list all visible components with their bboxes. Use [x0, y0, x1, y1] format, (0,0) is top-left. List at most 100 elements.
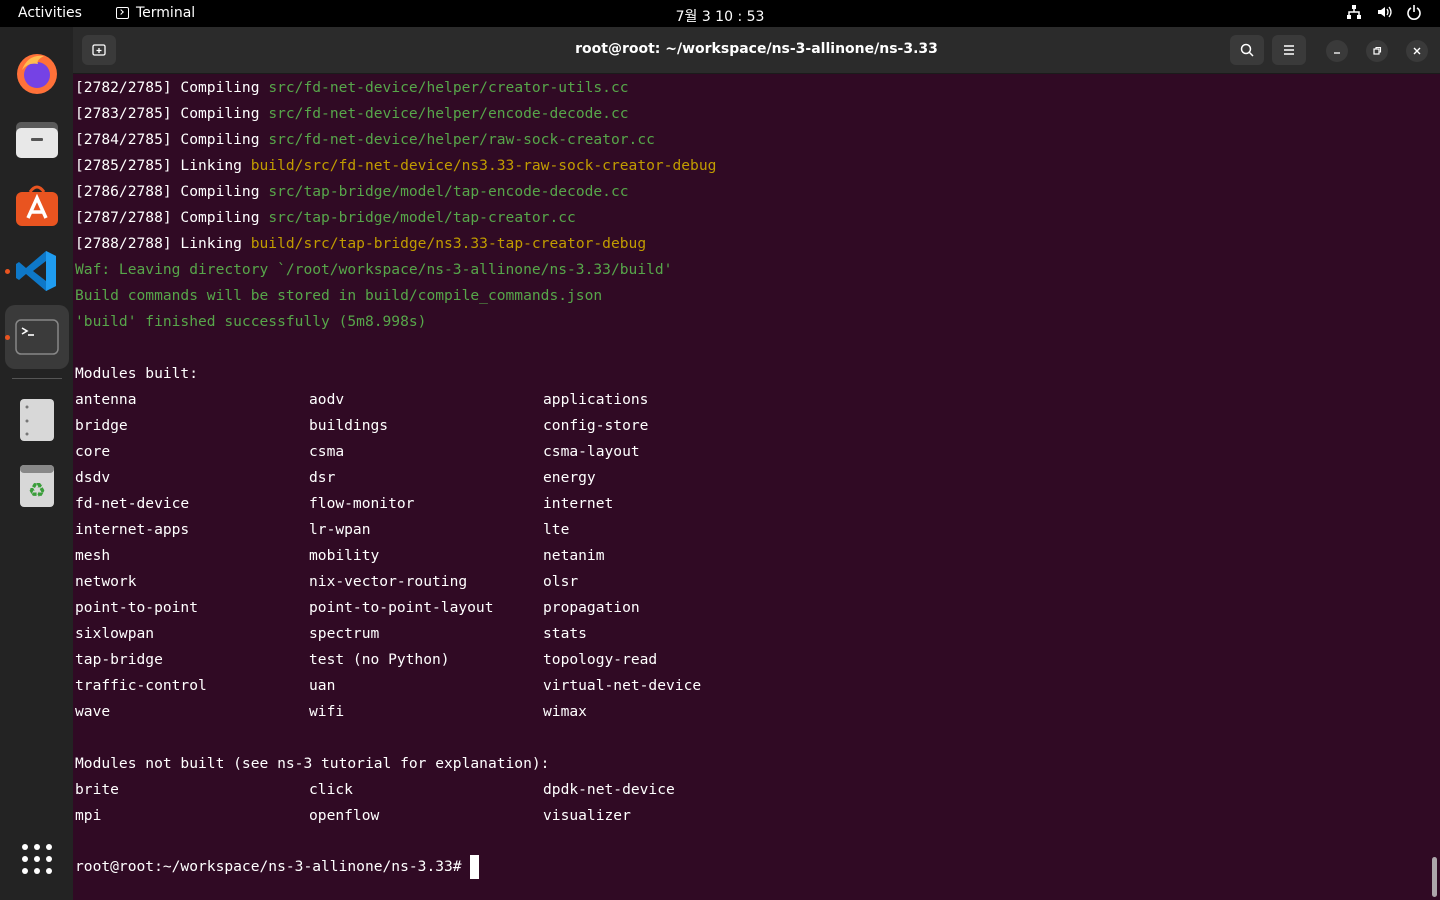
- modules-built-header: Modules built:: [75, 365, 199, 382]
- module-name: wimax: [543, 703, 587, 720]
- text-cursor: [469, 855, 479, 879]
- module-name: buildings: [309, 417, 389, 434]
- system-tray[interactable]: [1346, 4, 1422, 20]
- status-line: Waf: Leaving directory `/root/workspace/…: [75, 261, 673, 278]
- show-apps-icon: [22, 844, 52, 874]
- module-name: tap-bridge: [75, 651, 163, 668]
- trash-icon: ♻: [20, 465, 54, 507]
- dock-drive[interactable]: [5, 388, 69, 452]
- module-name: propagation: [543, 599, 640, 616]
- module-name: lte: [543, 521, 570, 538]
- status-line: 'build' finished successfully (5m8.998s): [75, 313, 427, 330]
- terminal-window: root@root: ~/workspace/ns-3-allinone/ns-…: [73, 27, 1440, 900]
- module-name: click: [309, 781, 353, 798]
- close-button[interactable]: [1406, 40, 1428, 62]
- terminal-output[interactable]: [2782/2785] Compiling src/fd-net-device/…: [75, 77, 1425, 897]
- firefox-icon: [17, 54, 57, 94]
- module-name: lr-wpan: [309, 521, 371, 538]
- dock-firefox[interactable]: [5, 41, 69, 105]
- top-bar: Activities Terminal 7월 3 10 : 53: [0, 0, 1440, 27]
- drive-icon: [20, 399, 54, 441]
- network-icon[interactable]: [1346, 4, 1362, 20]
- dock-terminal[interactable]: [5, 305, 69, 369]
- hamburger-menu-icon: [1284, 45, 1294, 55]
- power-icon[interactable]: [1406, 4, 1422, 20]
- maximize-button[interactable]: [1366, 40, 1388, 62]
- module-name: config-store: [543, 417, 649, 434]
- scrollbar[interactable]: [1432, 857, 1437, 897]
- status-line: Build commands will be stored in build/c…: [75, 287, 603, 304]
- module-name: core: [75, 443, 111, 460]
- dock-vscode[interactable]: [5, 239, 69, 303]
- module-name: traffic-control: [75, 677, 207, 694]
- module-name: spectrum: [309, 625, 380, 642]
- dock-separator: [12, 378, 62, 379]
- terminal-icon: [15, 319, 59, 355]
- module-name: dsdv: [75, 469, 111, 486]
- module-name: openflow: [309, 807, 380, 824]
- module-name: uan: [309, 677, 336, 694]
- module-name: visualizer: [543, 807, 631, 824]
- header-bar[interactable]: root@root: ~/workspace/ns-3-allinone/ns-…: [73, 27, 1440, 74]
- module-name: applications: [543, 391, 649, 408]
- prompt-line[interactable]: root@root:~/workspace/ns-3-allinone/ns-3…: [75, 855, 479, 879]
- module-name: internet-apps: [75, 521, 190, 538]
- volume-icon[interactable]: [1376, 4, 1392, 20]
- module-name: energy: [543, 469, 596, 486]
- module-name: nix-vector-routing: [309, 573, 468, 590]
- build-line: [2787/2788] Compiling src/tap-bridge/mod…: [75, 209, 576, 226]
- module-name: internet: [543, 495, 614, 512]
- module-name: virtual-net-device: [543, 677, 702, 694]
- build-line: [2783/2785] Compiling src/fd-net-device/…: [75, 105, 629, 122]
- module-name: wifi: [309, 703, 345, 720]
- vscode-icon: [16, 251, 56, 291]
- module-name: aodv: [309, 391, 345, 408]
- build-line: [2784/2785] Compiling src/fd-net-device/…: [75, 131, 655, 148]
- restore-icon: [1373, 46, 1382, 55]
- build-line: [2785/2785] Linking build/src/fd-net-dev…: [75, 157, 717, 174]
- module-name: brite: [75, 781, 119, 798]
- module-name: wave: [75, 703, 111, 720]
- svg-text:♻: ♻: [28, 478, 46, 502]
- menu-button[interactable]: [1272, 35, 1306, 65]
- files-icon: [16, 122, 58, 158]
- dock-trash[interactable]: ♻: [5, 454, 69, 518]
- module-name: bridge: [75, 417, 128, 434]
- dock-files[interactable]: [5, 107, 69, 171]
- module-name: network: [75, 573, 137, 590]
- dock-app-center[interactable]: [5, 173, 69, 237]
- clock[interactable]: 7월 3 10 : 53: [0, 6, 1440, 26]
- module-name: test (no Python): [309, 651, 450, 668]
- module-name: mobility: [309, 547, 380, 564]
- modules-not-built-header: Modules not built (see ns-3 tutorial for…: [75, 755, 550, 772]
- build-line: [2782/2785] Compiling src/fd-net-device/…: [75, 79, 629, 96]
- module-name: dsr: [309, 469, 336, 486]
- module-name: point-to-point-layout: [309, 599, 494, 616]
- minimize-button[interactable]: [1326, 40, 1348, 62]
- module-name: topology-read: [543, 651, 658, 668]
- running-indicator: [5, 335, 10, 340]
- module-name: point-to-point: [75, 599, 199, 616]
- dock: ♻: [0, 27, 73, 900]
- minimize-icon: [1334, 52, 1340, 54]
- dock-show-apps[interactable]: [5, 827, 69, 891]
- build-line: [2786/2788] Compiling src/tap-bridge/mod…: [75, 183, 629, 200]
- module-name: stats: [543, 625, 587, 642]
- module-name: sixlowpan: [75, 625, 155, 642]
- module-name: csma: [309, 443, 345, 460]
- search-button[interactable]: [1230, 35, 1264, 65]
- search-icon: [1240, 43, 1254, 57]
- module-name: antenna: [75, 391, 137, 408]
- module-name: mesh: [75, 547, 111, 564]
- module-name: dpdk-net-device: [543, 781, 675, 798]
- shell-prompt: root@root:~/workspace/ns-3-allinone/ns-3…: [75, 858, 462, 875]
- module-name: netanim: [543, 547, 605, 564]
- module-name: olsr: [543, 573, 579, 590]
- close-icon: [1413, 47, 1421, 55]
- module-name: fd-net-device: [75, 495, 190, 512]
- module-name: mpi: [75, 807, 102, 824]
- build-line: [2788/2788] Linking build/src/tap-bridge…: [75, 235, 647, 252]
- module-name: flow-monitor: [309, 495, 415, 512]
- module-name: csma-layout: [543, 443, 640, 460]
- app-center-icon: [16, 185, 58, 226]
